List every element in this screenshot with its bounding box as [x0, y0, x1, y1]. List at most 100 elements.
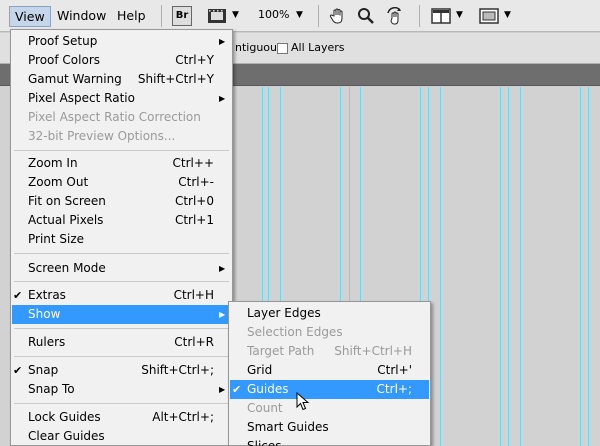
- submenu-arrow-icon: ▶: [219, 264, 226, 273]
- menu-item-actual-pixels[interactable]: Actual Pixels Ctrl+1: [11, 211, 232, 230]
- menu-separator: [14, 403, 229, 404]
- menu-item-label: Screen Mode: [28, 261, 106, 275]
- menu-item-label: Proof Colors: [28, 53, 100, 67]
- show-submenu: Layer Edges Selection Edges Target Path …: [228, 301, 431, 446]
- mouse-pointer-icon: [296, 392, 310, 411]
- menu-item-count[interactable]: Count: [229, 399, 430, 418]
- menu-item-clear-guides[interactable]: Clear Guides: [11, 427, 232, 446]
- hand-icon: [329, 8, 343, 24]
- menu-item-snap-to[interactable]: Snap To ▶: [11, 380, 232, 399]
- menu-item-label: Count: [247, 401, 283, 415]
- menu-item-shortcut: Ctrl+': [377, 363, 412, 377]
- menu-item-proof-colors[interactable]: Proof Colors Ctrl+Y: [11, 51, 232, 70]
- screen-mode-dropdown[interactable]: ▼: [478, 6, 514, 26]
- guide-line[interactable]: [440, 87, 441, 446]
- separator: [318, 5, 319, 27]
- chevron-down-icon: ▼: [456, 10, 463, 20]
- menu-item-rulers[interactable]: Rulers Ctrl+R: [11, 333, 232, 352]
- rotate-view-button[interactable]: [384, 6, 406, 26]
- menu-item-shortcut: Ctrl+;: [376, 382, 412, 396]
- menu-item-smart-guides[interactable]: Smart Guides: [229, 418, 430, 437]
- menu-item-label: Slices: [247, 439, 282, 446]
- bridge-button[interactable]: Br: [172, 6, 192, 26]
- menu-item-32bit-preview-options[interactable]: 32-bit Preview Options...: [11, 127, 232, 146]
- guide-line[interactable]: [520, 87, 521, 446]
- menu-item-snap[interactable]: ✔ Snap Shift+Ctrl+;: [11, 361, 232, 380]
- menu-item-zoom-out[interactable]: Zoom Out Ctrl+-: [11, 173, 232, 192]
- menu-item-label: Guides: [247, 382, 289, 396]
- menu-item-label: Clear Guides: [28, 429, 105, 443]
- menu-item-pixel-aspect-ratio-correction[interactable]: Pixel Aspect Ratio Correction: [11, 108, 232, 127]
- menu-item-label: Pixel Aspect Ratio: [28, 91, 135, 105]
- guide-line[interactable]: [588, 87, 589, 446]
- menu-separator: [14, 328, 229, 329]
- menu-item-shortcut: Shift+Ctrl+H: [334, 344, 412, 358]
- menu-separator: [14, 253, 229, 254]
- menu-item-proof-setup[interactable]: Proof Setup ▶: [11, 32, 232, 51]
- check-icon: ✔: [13, 364, 23, 377]
- menu-item-shortcut: Alt+Ctrl+;: [152, 410, 214, 424]
- all-layers-checkbox[interactable]: [277, 43, 288, 54]
- zoom-tool-button[interactable]: [356, 6, 376, 26]
- menu-item-shortcut: Shift+Ctrl+Y: [137, 72, 214, 86]
- menu-item-label: Actual Pixels: [28, 213, 104, 227]
- menu-item-label: Selection Edges: [247, 325, 343, 339]
- menu-item-shortcut: Ctrl++: [172, 156, 214, 170]
- menu-item-shortcut: Ctrl+H: [173, 288, 214, 302]
- menu-item-shortcut: Ctrl+R: [174, 335, 214, 349]
- hand-tool-button[interactable]: [328, 6, 348, 26]
- menu-item-label: Layer Edges: [247, 306, 321, 320]
- chevron-down-icon: ▼: [504, 10, 511, 20]
- menu-item-guides[interactable]: ✔ Guides Ctrl+;: [230, 380, 429, 399]
- chevron-down-icon: ▼: [232, 10, 239, 20]
- menu-item-label: Proof Setup: [28, 34, 98, 48]
- submenu-arrow-icon: ▶: [219, 37, 226, 46]
- menu-item-shortcut: Ctrl+1: [174, 213, 214, 227]
- menu-item-target-path[interactable]: Target Path Shift+Ctrl+H: [229, 342, 430, 361]
- menu-help[interactable]: Help: [112, 6, 151, 27]
- menu-item-shortcut: Shift+Ctrl+;: [141, 363, 214, 377]
- zoom-level-value: 100%: [258, 8, 290, 21]
- chevron-down-icon: ▼: [296, 10, 303, 20]
- zoom-level-dropdown[interactable]: 100% ▼: [256, 6, 310, 26]
- menu-item-show[interactable]: Show ▶: [12, 305, 231, 324]
- menu-separator: [14, 150, 229, 151]
- arrange-documents-dropdown[interactable]: ▼: [430, 6, 466, 26]
- menu-item-label: Show: [28, 307, 61, 321]
- guide-line[interactable]: [508, 87, 509, 446]
- menu-item-label: Print Size: [28, 232, 85, 246]
- menu-item-screen-mode[interactable]: Screen Mode ▶: [11, 259, 232, 278]
- menu-item-label: Zoom Out: [28, 175, 89, 189]
- check-icon: ✔: [232, 383, 242, 396]
- submenu-arrow-icon: ▶: [219, 310, 226, 319]
- menu-separator: [14, 281, 229, 282]
- menu-item-label: Rulers: [28, 335, 66, 349]
- menu-item-pixel-aspect-ratio[interactable]: Pixel Aspect Ratio ▶: [11, 89, 232, 108]
- menu-item-label: Target Path: [247, 344, 315, 358]
- menu-item-lock-guides[interactable]: Lock Guides Alt+Ctrl+;: [11, 408, 232, 427]
- menu-item-zoom-in[interactable]: Zoom In Ctrl++: [11, 154, 232, 173]
- menu-item-extras[interactable]: ✔ Extras Ctrl+H: [11, 286, 232, 305]
- menu-item-layer-edges[interactable]: Layer Edges: [229, 304, 430, 323]
- menu-item-gamut-warning[interactable]: Gamut Warning Shift+Ctrl+Y: [11, 70, 232, 89]
- guide-line[interactable]: [580, 87, 581, 446]
- menu-item-print-size[interactable]: Print Size: [11, 230, 232, 249]
- menu-item-grid[interactable]: Grid Ctrl+': [229, 361, 430, 380]
- extras-dropdown[interactable]: ▼: [206, 6, 242, 26]
- menu-item-fit-on-screen[interactable]: Fit on Screen Ctrl+0: [11, 192, 232, 211]
- menu-bar: View Window Help Br ▼ 100% ▼ ▼ ▼: [0, 0, 600, 32]
- guide-line[interactable]: [500, 87, 501, 446]
- film-icon: [208, 9, 226, 23]
- menu-item-label: Fit on Screen: [28, 194, 106, 208]
- menu-item-label: Snap To: [28, 382, 75, 396]
- menu-item-shortcut: Ctrl+Y: [175, 53, 214, 67]
- menu-window[interactable]: Window: [52, 6, 111, 27]
- arrange-documents-icon: [431, 8, 451, 24]
- menu-item-selection-edges[interactable]: Selection Edges: [229, 323, 430, 342]
- menu-item-label: Snap: [28, 363, 59, 377]
- menu-item-slices[interactable]: Slices: [229, 437, 430, 446]
- menu-view[interactable]: View: [9, 6, 51, 27]
- submenu-arrow-icon: ▶: [219, 94, 226, 103]
- contiguous-label: ntiguous: [235, 41, 283, 54]
- menu-item-label: Gamut Warning: [28, 72, 122, 86]
